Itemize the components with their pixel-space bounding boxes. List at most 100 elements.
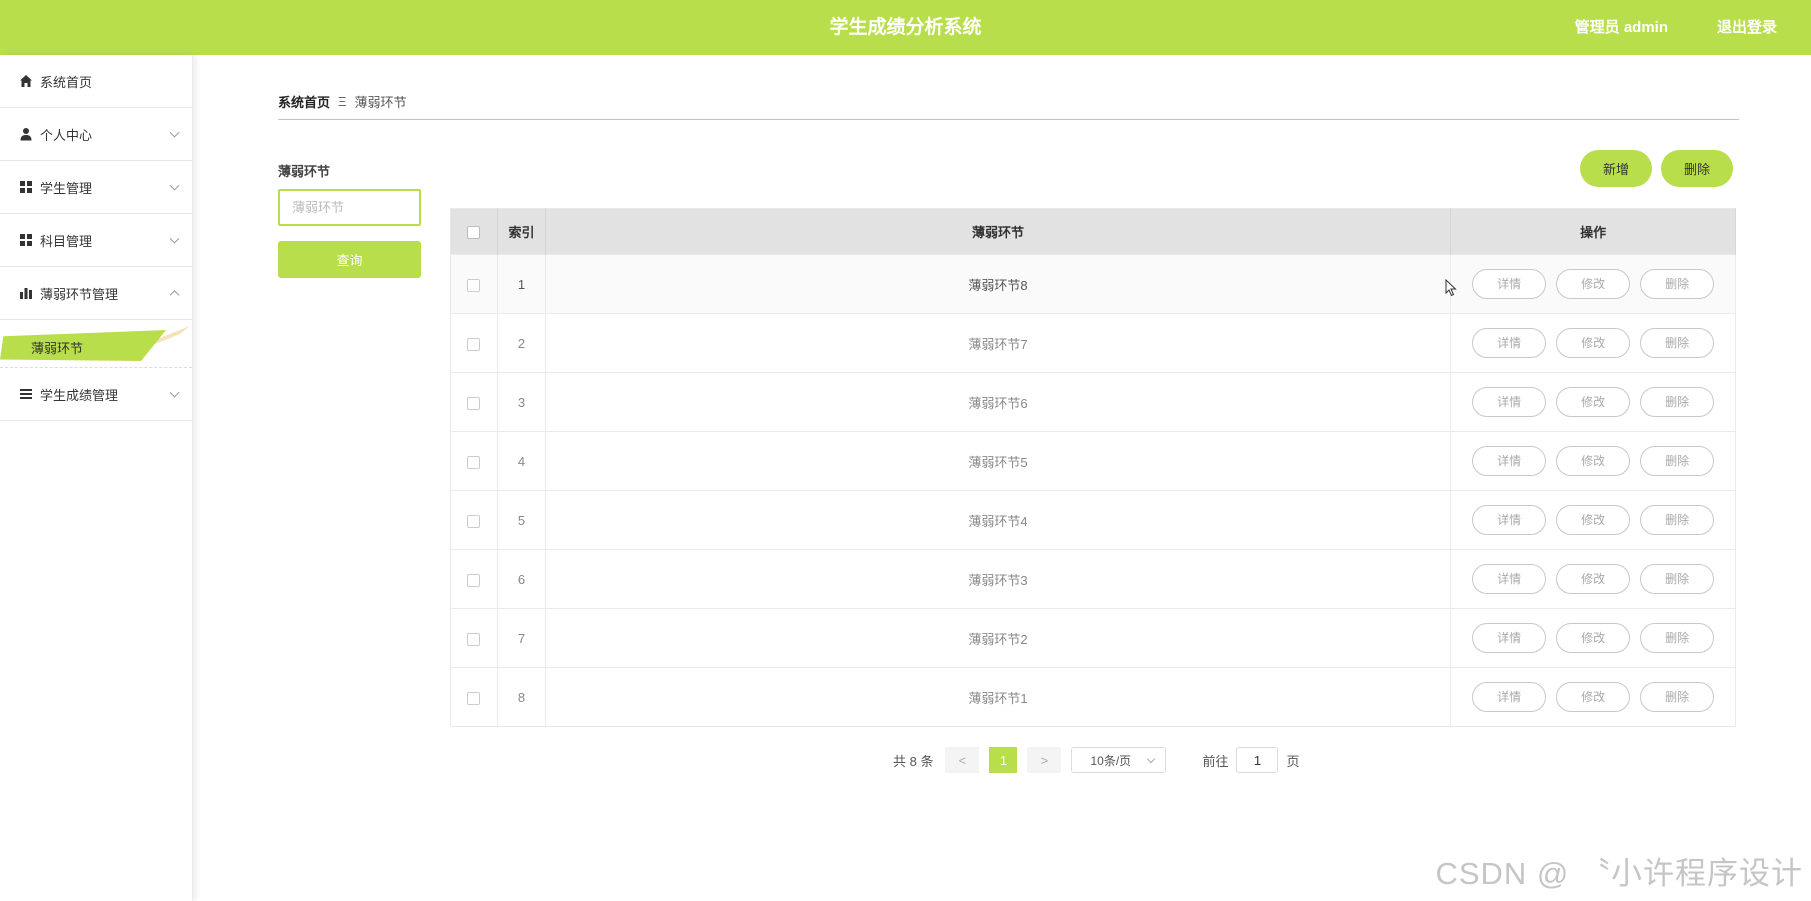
sidebar-subitem-weak-points[interactable]: 薄弱环节 [31,338,83,357]
sidebar-item-subjects[interactable]: 科目管理 [0,214,192,267]
top-bar: 学生成绩分析系统 管理员 admin 退出登录 [0,0,1811,55]
user-icon [19,127,33,141]
row-checkbox[interactable] [467,337,481,351]
row-ops: 详情 修改 删除 [1450,254,1736,314]
edit-button[interactable]: 修改 [1556,446,1631,476]
row-name: 薄弱环节7 [545,313,1452,373]
pagination: 共 8 条 < 1 > 10条/页 前往 页 [893,747,1300,773]
breadcrumb-home[interactable]: 系统首页 [278,92,330,111]
bar-chart-icon [19,286,33,300]
next-page-button[interactable]: > [1027,747,1062,773]
table-header-row: 索引 薄弱环节 操作 [450,208,1736,255]
row-delete-button[interactable]: 删除 [1640,269,1715,299]
submenu-weak-points: 薄弱环节 [0,320,192,368]
sidebar-item-home[interactable]: 系统首页 [0,55,192,108]
detail-button[interactable]: 详情 [1472,446,1547,476]
row-checkbox[interactable] [467,396,481,410]
edit-button[interactable]: 修改 [1556,505,1631,535]
table-row: 2 薄弱环节7 详情 修改 删除 [450,313,1736,373]
row-checkbox[interactable] [467,691,481,705]
app-title: 学生成绩分析系统 [829,17,982,38]
edit-button[interactable]: 修改 [1556,269,1631,299]
row-checkbox-cell [450,667,498,727]
sidebar-item-label: 薄弱环节管理 [40,286,119,302]
row-delete-button[interactable]: 删除 [1640,328,1715,358]
bulk-delete-button[interactable]: 删除 [1661,150,1733,187]
row-delete-button[interactable]: 删除 [1640,505,1715,535]
header-ops: 操作 [1450,208,1736,255]
goto-label: 前往 [1202,753,1229,769]
table-row: 4 薄弱环节5 详情 修改 删除 [450,431,1736,491]
sidebar-item-label: 学生管理 [40,180,93,196]
sidebar: 系统首页 个人中心 学生管理 科目管理 薄弱环节管理 薄弱环节 学生成绩管理 [0,55,193,901]
user-label: 管理员 admin [1574,19,1668,36]
goto-page-input[interactable] [1236,747,1279,773]
header-index: 索引 [497,208,546,255]
row-delete-button[interactable]: 删除 [1640,682,1715,712]
page-size-value: 10条/页 [1090,753,1132,768]
sidebar-item-label: 科目管理 [40,233,93,249]
row-checkbox[interactable] [467,573,481,587]
select-all-checkbox[interactable] [467,226,481,240]
row-ops: 详情 修改 删除 [1450,549,1736,609]
watermark: CSDN @ 〝小许程序设计 [1435,856,1803,891]
row-ops: 详情 修改 删除 [1450,431,1736,491]
row-ops: 详情 修改 删除 [1450,372,1736,432]
row-checkbox[interactable] [467,455,481,469]
detail-button[interactable]: 详情 [1472,564,1547,594]
row-index: 1 [497,254,546,314]
header-checkbox-cell [450,208,498,255]
header-name: 薄弱环节 [545,208,1452,255]
chevron-down-icon [1147,754,1156,764]
row-index: 2 [497,313,546,373]
sidebar-item-scores[interactable]: 学生成绩管理 [0,368,192,421]
detail-button[interactable]: 详情 [1472,505,1547,535]
search-input[interactable] [278,189,421,226]
table-row: 1 薄弱环节8 详情 修改 删除 [450,254,1736,314]
sidebar-item-weak-points[interactable]: 薄弱环节管理 [0,267,192,320]
breadcrumb-separator-icon: Ξ [338,94,347,109]
sidebar-item-label: 系统首页 [40,74,93,90]
detail-button[interactable]: 详情 [1472,269,1547,299]
row-checkbox[interactable] [467,514,481,528]
row-checkbox[interactable] [467,632,481,646]
row-checkbox-cell [450,549,498,609]
detail-button[interactable]: 详情 [1472,682,1547,712]
detail-button[interactable]: 详情 [1472,387,1547,417]
row-delete-button[interactable]: 删除 [1640,387,1715,417]
page-size-select[interactable]: 10条/页 [1071,747,1167,773]
row-index: 3 [497,372,546,432]
logout-link[interactable]: 退出登录 [1717,0,1777,55]
grid-icon [19,233,33,247]
row-delete-button[interactable]: 删除 [1640,623,1715,653]
row-ops: 详情 修改 删除 [1450,667,1736,727]
sidebar-item-students[interactable]: 学生管理 [0,161,192,214]
breadcrumb-divider [278,119,1739,120]
row-delete-button[interactable]: 删除 [1640,564,1715,594]
edit-button[interactable]: 修改 [1556,328,1631,358]
search-button[interactable]: 查询 [278,241,421,278]
page-number-button[interactable]: 1 [989,747,1018,773]
row-name: 薄弱环节8 [545,254,1452,314]
detail-button[interactable]: 详情 [1472,623,1547,653]
sidebar-item-label: 个人中心 [40,127,93,143]
row-name: 薄弱环节4 [545,490,1452,550]
row-index: 6 [497,549,546,609]
row-ops: 详情 修改 删除 [1450,608,1736,668]
search-label: 薄弱环节 [278,164,331,179]
add-button[interactable]: 新增 [1580,150,1652,187]
sidebar-item-profile[interactable]: 个人中心 [0,108,192,161]
edit-button[interactable]: 修改 [1556,387,1631,417]
row-delete-button[interactable]: 删除 [1640,446,1715,476]
prev-page-button[interactable]: < [945,747,980,773]
edit-button[interactable]: 修改 [1556,564,1631,594]
edit-button[interactable]: 修改 [1556,623,1631,653]
detail-button[interactable]: 详情 [1472,328,1547,358]
row-name: 薄弱环节6 [545,372,1452,432]
row-checkbox[interactable] [467,278,481,292]
row-name: 薄弱环节3 [545,549,1452,609]
row-checkbox-cell [450,490,498,550]
breadcrumb: 系统首页 Ξ 薄弱环节 [278,92,406,111]
row-index: 4 [497,431,546,491]
edit-button[interactable]: 修改 [1556,682,1631,712]
